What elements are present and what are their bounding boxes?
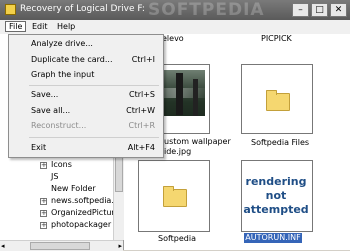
- file-menu-dropdown: Analyze drive... Duplicate the card... C…: [8, 34, 164, 158]
- file-thumbnail-unrendered[interactable]: rendering not attempted: [241, 160, 313, 232]
- window-controls: – □ ✕: [292, 3, 347, 17]
- menu-file[interactable]: File: [5, 21, 27, 32]
- expand-icon[interactable]: +: [40, 210, 47, 217]
- expand-icon[interactable]: +: [40, 222, 47, 229]
- app-icon: [5, 4, 16, 15]
- menu-item-graph-input[interactable]: Graph the input: [9, 70, 163, 81]
- menu-separator: [29, 85, 159, 86]
- expand-icon[interactable]: +: [40, 198, 47, 205]
- menu-separator: [29, 137, 159, 138]
- menu-item-reconstruct: Reconstruct... Ctrl+R: [31, 121, 155, 130]
- file-caption: PICPICK: [261, 34, 292, 43]
- expand-icon[interactable]: +: [40, 162, 47, 169]
- render-message: rendering: [245, 175, 307, 188]
- file-caption: ide.jpg: [164, 147, 192, 156]
- file-caption: elevo: [162, 34, 184, 43]
- tree-item-photopackager[interactable]: photopackager: [51, 220, 111, 229]
- tree-item-js[interactable]: JS: [51, 172, 58, 181]
- file-thumbnail-folder[interactable]: [138, 160, 210, 232]
- tree-horizontal-scrollbar[interactable]: ◂ ▸: [0, 240, 123, 251]
- scroll-left-icon[interactable]: ◂: [1, 242, 5, 250]
- scroll-right-icon[interactable]: ▸: [118, 242, 122, 250]
- menu-item-duplicate-card[interactable]: Duplicate the card... Ctrl+I: [9, 55, 163, 66]
- menu-edit[interactable]: Edit: [32, 22, 48, 31]
- menu-item-analyze-drive[interactable]: Analyze drive...: [9, 39, 163, 50]
- render-message: not: [265, 189, 287, 202]
- watermark: SOFTPEDIA: [148, 0, 265, 20]
- file-caption: Softpedia Files: [251, 138, 310, 147]
- tree-item-icons[interactable]: Icons: [51, 160, 72, 169]
- window-title: Recovery of Logical Drive F:: [20, 4, 145, 14]
- selected-file-caption[interactable]: AUTORUN.INF: [244, 233, 302, 243]
- menu-item-exit[interactable]: Exit Alt+F4: [9, 143, 163, 154]
- folder-icon: [266, 90, 290, 111]
- menu-bar: File Edit Help: [0, 20, 350, 35]
- maximize-button[interactable]: □: [311, 3, 328, 17]
- menu-help[interactable]: Help: [57, 22, 75, 31]
- tree-item-news-softpedia[interactable]: news.softpedia.cc: [51, 196, 123, 205]
- tree-item-new-folder[interactable]: New Folder: [51, 184, 96, 193]
- close-button[interactable]: ✕: [330, 3, 347, 17]
- render-message: attempted: [243, 203, 309, 216]
- file-caption: Softpedia: [158, 234, 196, 243]
- title-bar[interactable]: Recovery of Logical Drive F: SOFTPEDIA –…: [0, 0, 350, 21]
- folder-icon: [163, 186, 187, 207]
- file-thumbnail-folder[interactable]: [241, 64, 313, 134]
- scroll-thumb[interactable]: [30, 242, 90, 250]
- minimize-button[interactable]: –: [292, 3, 309, 17]
- menu-item-save[interactable]: Save... Ctrl+S: [9, 90, 163, 101]
- scroll-thumb[interactable]: [115, 154, 123, 192]
- file-caption: ustom wallpaper: [164, 137, 231, 146]
- menu-item-save-all[interactable]: Save all... Ctrl+W: [9, 106, 163, 117]
